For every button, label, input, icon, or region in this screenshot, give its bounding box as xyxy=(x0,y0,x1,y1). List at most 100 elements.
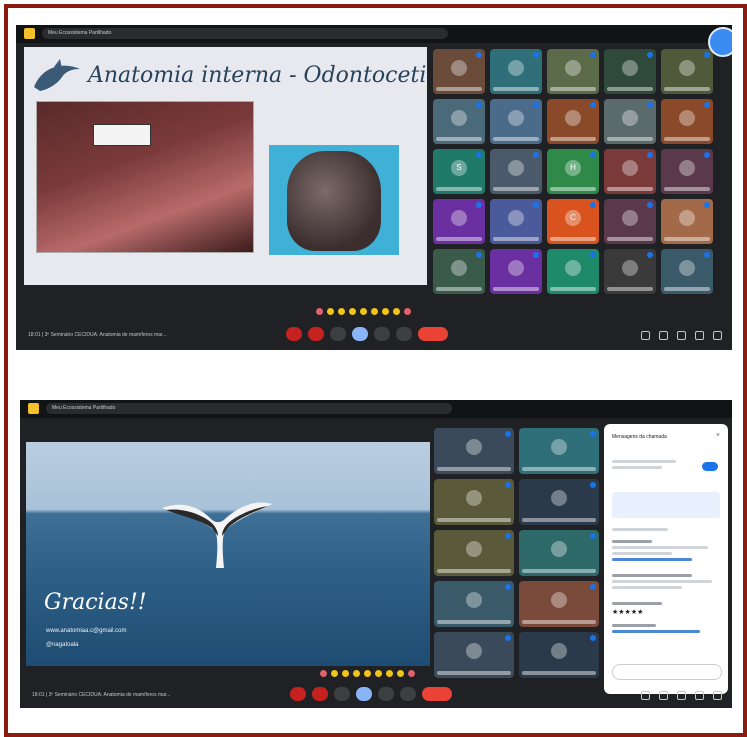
participant-tile[interactable] xyxy=(519,428,599,474)
participant-tile[interactable] xyxy=(434,428,514,474)
close-icon[interactable]: × xyxy=(716,432,720,439)
window-tab[interactable]: Meu Ecossistema Partilhado xyxy=(46,403,452,414)
participant-tile[interactable] xyxy=(434,479,514,525)
participant-tile[interactable] xyxy=(547,99,599,144)
participant-name xyxy=(437,569,511,573)
participant-tile[interactable] xyxy=(661,249,713,294)
participant-avatar xyxy=(622,259,638,276)
captions-button[interactable] xyxy=(330,327,346,341)
participant-name xyxy=(522,620,596,624)
participant-tile[interactable] xyxy=(433,249,485,294)
participant-tile[interactable] xyxy=(604,149,656,194)
participant-tile[interactable] xyxy=(547,249,599,294)
surprise-icon[interactable] xyxy=(375,670,382,677)
participant-tile[interactable] xyxy=(519,632,599,678)
info-icon[interactable] xyxy=(641,691,650,700)
thumbs-down-icon[interactable] xyxy=(404,308,411,315)
participant-tile[interactable] xyxy=(490,49,542,94)
people-icon[interactable] xyxy=(659,691,668,700)
party-icon[interactable] xyxy=(338,308,345,315)
lock-icon[interactable] xyxy=(713,331,722,340)
info-icon[interactable] xyxy=(641,331,650,340)
participant-tile[interactable]: S xyxy=(433,149,485,194)
presentation-slide: Gracias!! www.anatomiaa.c@gmail.com @nag… xyxy=(26,442,430,666)
party-icon[interactable] xyxy=(342,670,349,677)
mic-status-icon xyxy=(647,102,653,108)
participant-tile[interactable] xyxy=(604,249,656,294)
heart-reaction-icon[interactable] xyxy=(316,308,323,315)
participant-tile[interactable]: H xyxy=(547,149,599,194)
clap-icon[interactable] xyxy=(349,308,356,315)
window-tab[interactable]: Meu Ecossistema Partilhado xyxy=(42,28,448,39)
thinking-icon[interactable] xyxy=(393,308,400,315)
meeting-screenshot-top: Meu Ecossistema Partilhado Anatomia inte… xyxy=(16,25,732,350)
end-call-button[interactable] xyxy=(418,327,448,341)
participant-tile[interactable] xyxy=(661,149,713,194)
app-icon[interactable] xyxy=(28,403,39,414)
chat-icon[interactable] xyxy=(677,691,686,700)
participant-tile[interactable] xyxy=(604,199,656,244)
participant-tile[interactable] xyxy=(434,632,514,678)
people-icon[interactable] xyxy=(659,331,668,340)
participant-tile[interactable] xyxy=(490,99,542,144)
participant-avatar xyxy=(508,59,524,76)
participant-tile[interactable] xyxy=(519,530,599,576)
participant-tile[interactable] xyxy=(433,99,485,144)
laugh-icon[interactable] xyxy=(360,308,367,315)
camera-off-button[interactable] xyxy=(312,687,328,701)
thumbs-up-icon[interactable] xyxy=(327,308,334,315)
lung-photo xyxy=(269,145,399,255)
participant-tile[interactable] xyxy=(490,149,542,194)
camera-off-button[interactable] xyxy=(308,327,324,341)
reaction-bar[interactable] xyxy=(316,308,411,315)
raise-hand-button[interactable] xyxy=(378,687,394,701)
floating-avatar-icon[interactable] xyxy=(708,27,732,57)
mic-off-button[interactable] xyxy=(286,327,302,341)
heart-reaction-icon[interactable] xyxy=(320,670,327,677)
thumbs-up-icon[interactable] xyxy=(331,670,338,677)
chat-icon[interactable] xyxy=(677,331,686,340)
more-options-button[interactable] xyxy=(396,327,412,341)
participant-tile[interactable] xyxy=(434,581,514,627)
laugh-icon[interactable] xyxy=(364,670,371,677)
participant-avatar xyxy=(622,59,638,76)
participant-tile[interactable] xyxy=(490,249,542,294)
participant-tile[interactable] xyxy=(661,99,713,144)
chat-input[interactable] xyxy=(612,664,722,680)
present-button[interactable] xyxy=(352,327,368,341)
end-call-button[interactable] xyxy=(422,687,452,701)
surprise-icon[interactable] xyxy=(371,308,378,315)
present-button[interactable] xyxy=(356,687,372,701)
participant-tile[interactable] xyxy=(433,49,485,94)
participant-tile[interactable] xyxy=(490,199,542,244)
mic-status-icon xyxy=(590,431,596,437)
activities-icon[interactable] xyxy=(695,691,704,700)
participant-tile[interactable] xyxy=(661,49,713,94)
participant-tile[interactable] xyxy=(519,581,599,627)
participant-tile[interactable] xyxy=(434,530,514,576)
more-options-button[interactable] xyxy=(400,687,416,701)
captions-button[interactable] xyxy=(334,687,350,701)
participant-tile[interactable] xyxy=(547,49,599,94)
participant-tile[interactable] xyxy=(604,49,656,94)
participant-avatar xyxy=(551,490,567,507)
chat-link[interactable] xyxy=(612,630,700,633)
chat-link[interactable] xyxy=(612,558,692,561)
thumbs-down-icon[interactable] xyxy=(408,670,415,677)
sad-icon[interactable] xyxy=(382,308,389,315)
app-icon[interactable] xyxy=(24,28,35,39)
thinking-icon[interactable] xyxy=(397,670,404,677)
allow-messages-toggle[interactable] xyxy=(702,462,718,471)
participant-tile[interactable] xyxy=(519,479,599,525)
participant-tile[interactable]: C xyxy=(547,199,599,244)
raise-hand-button[interactable] xyxy=(374,327,390,341)
reaction-bar[interactable] xyxy=(320,670,415,677)
lock-icon[interactable] xyxy=(713,691,722,700)
activities-icon[interactable] xyxy=(695,331,704,340)
participant-tile[interactable] xyxy=(433,199,485,244)
sad-icon[interactable] xyxy=(386,670,393,677)
participant-tile[interactable] xyxy=(604,99,656,144)
mic-off-button[interactable] xyxy=(290,687,306,701)
participant-tile[interactable] xyxy=(661,199,713,244)
clap-icon[interactable] xyxy=(353,670,360,677)
